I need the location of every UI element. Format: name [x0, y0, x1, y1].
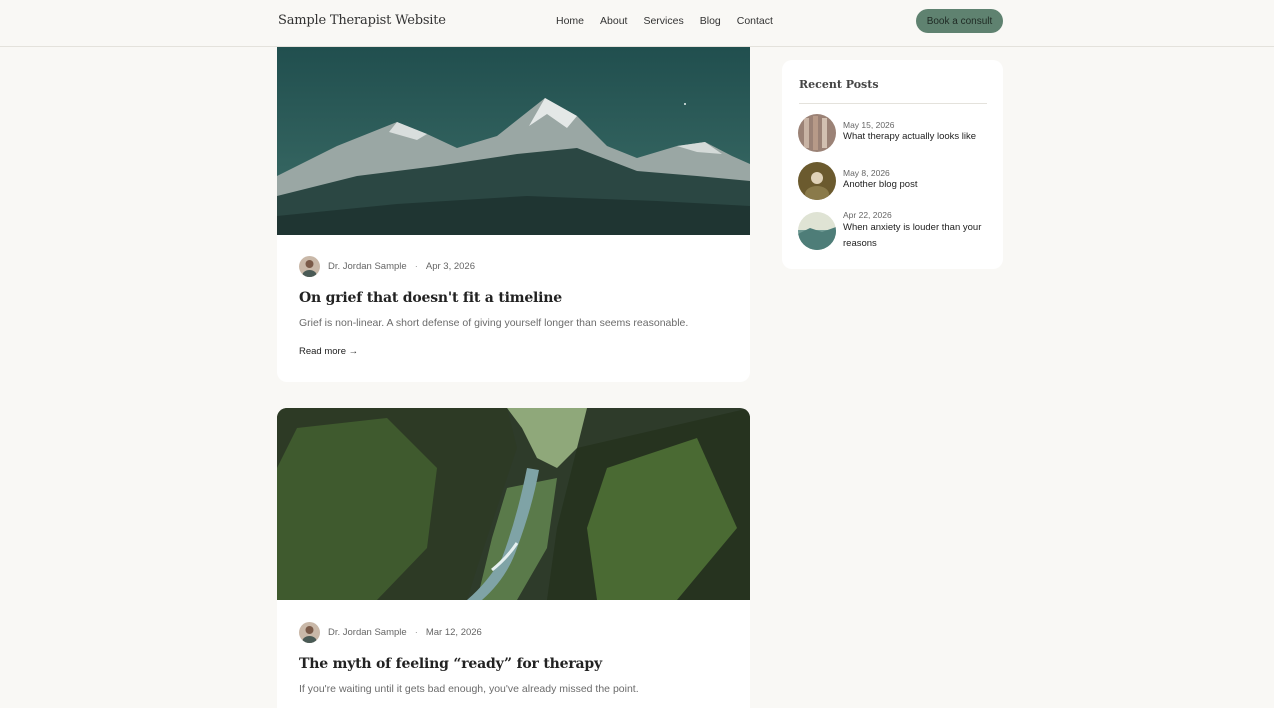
recent-post-title[interactable]: What therapy actually looks like — [843, 129, 988, 145]
post-excerpt: Grief is non-linear. A short defense of … — [299, 317, 689, 329]
nav-services[interactable]: Services — [643, 15, 683, 27]
nav-home[interactable]: Home — [556, 15, 584, 27]
sidebar-divider — [799, 103, 987, 104]
sidebar-title: Recent Posts — [799, 78, 879, 91]
recent-post-title[interactable]: When anxiety is louder than your reasons — [843, 220, 988, 252]
nav-blog[interactable]: Blog — [700, 15, 721, 27]
recent-post-date: Apr 22, 2026 — [843, 210, 892, 220]
post-meta: Dr. Jordan Sample · Apr 3, 2026 — [299, 256, 475, 277]
nav-about[interactable]: About — [600, 15, 627, 27]
post-date: Mar 12, 2026 — [425, 627, 482, 638]
nav-contact[interactable]: Contact — [737, 15, 773, 27]
post-card: Dr. Jordan Sample · Apr 3, 2026 On grief… — [277, 36, 750, 382]
recent-post-thumbnail[interactable] — [798, 114, 836, 152]
recent-post-thumbnail[interactable] — [798, 162, 836, 200]
post-card: Dr. Jordan Sample · Mar 12, 2026 The myt… — [277, 408, 750, 708]
post-title[interactable]: On grief that doesn't fit a timeline — [299, 290, 562, 306]
post-hero-image-mountains[interactable] — [277, 36, 750, 235]
author-avatar — [299, 622, 320, 643]
main-nav: Home About Services Blog Contact — [556, 15, 773, 27]
read-more-link[interactable]: Read more → — [299, 346, 358, 357]
author-avatar — [299, 256, 320, 277]
recent-post-title[interactable]: Another blog post — [843, 177, 988, 193]
recent-posts-sidebar: Recent Posts May 15, 2026 What therapy a… — [782, 60, 1003, 269]
post-author[interactable]: Dr. Jordan Sample — [328, 627, 407, 638]
meta-separator: · — [414, 261, 418, 272]
post-meta: Dr. Jordan Sample · Mar 12, 2026 — [299, 622, 482, 643]
post-hero-image-canyon[interactable] — [277, 408, 750, 600]
post-date: Apr 3, 2026 — [425, 261, 475, 272]
post-title[interactable]: The myth of feeling “ready” for therapy — [299, 656, 602, 672]
recent-post-thumbnail[interactable] — [798, 212, 836, 250]
post-excerpt: If you're waiting until it gets bad enou… — [299, 683, 639, 695]
post-author[interactable]: Dr. Jordan Sample — [328, 261, 407, 272]
book-consult-button[interactable]: Book a consult — [916, 9, 1003, 33]
meta-separator: · — [414, 627, 418, 638]
site-brand[interactable]: Sample Therapist Website — [278, 13, 446, 28]
site-header: Sample Therapist Website Home About Serv… — [0, 0, 1274, 47]
